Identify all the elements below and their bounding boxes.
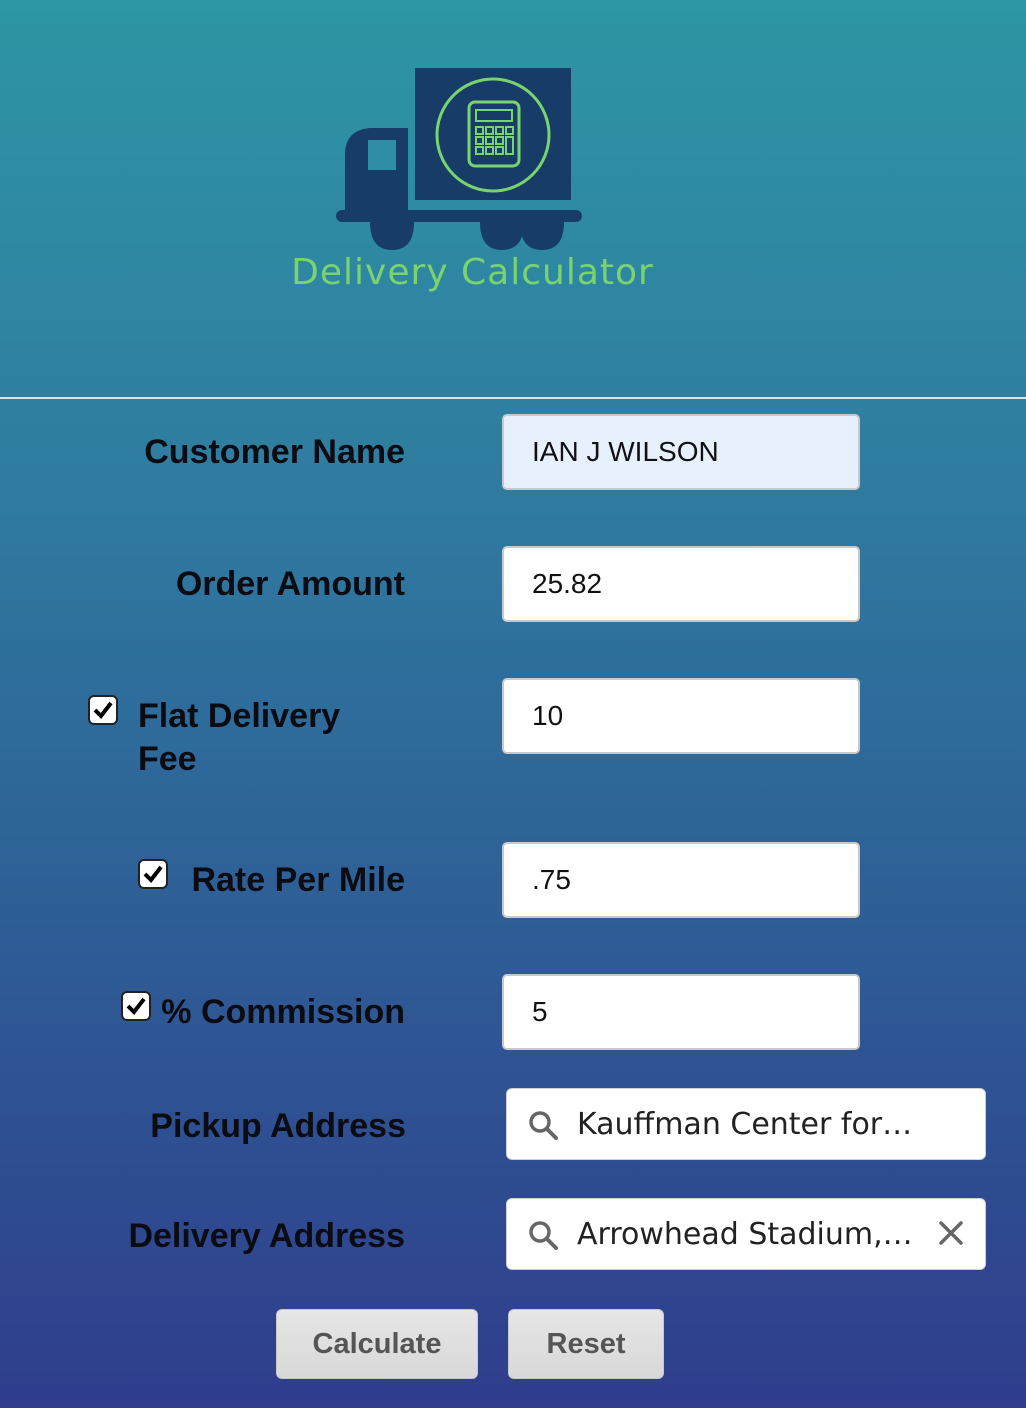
order-amount-input[interactable]: [502, 546, 860, 622]
pickup-address-label: Pickup Address: [150, 1107, 406, 1145]
pickup-address-search[interactable]: Kauffman Center for th…: [506, 1088, 986, 1160]
customer-name-input[interactable]: [502, 414, 860, 490]
flat-fee-label: Flat Delivery Fee: [138, 697, 340, 779]
checkmark-icon: [126, 997, 146, 1016]
commission-checkbox[interactable]: [121, 991, 151, 1021]
rate-per-mile-checkbox[interactable]: [138, 859, 168, 889]
delivery-address-value[interactable]: Arrowhead Stadium, 1 …: [577, 1217, 917, 1252]
flat-fee-input[interactable]: [502, 678, 860, 754]
close-icon[interactable]: [935, 1217, 967, 1249]
flat-fee-label-line1: Flat Delivery: [138, 697, 341, 735]
rate-per-mile-label: Rate Per Mile: [191, 861, 405, 899]
pickup-address-value[interactable]: Kauffman Center for th…: [577, 1107, 917, 1142]
checkmark-icon: [143, 865, 163, 884]
customer-name-label: Customer Name: [144, 433, 405, 471]
header-divider: [0, 397, 1026, 399]
delivery-address-search[interactable]: Arrowhead Stadium, 1 …: [506, 1198, 986, 1270]
logo-title: Delivery Calculator: [291, 252, 654, 293]
search-icon: [529, 1111, 558, 1140]
flat-fee-label-line2: Fee: [138, 740, 197, 778]
order-amount-label: Order Amount: [175, 565, 405, 603]
calculate-button[interactable]: Calculate: [276, 1309, 478, 1379]
delivery-address-label: Delivery Address: [128, 1217, 405, 1255]
commission-label: % Commission: [161, 993, 405, 1031]
app-logo: Delivery Calculator: [280, 60, 680, 310]
reset-button[interactable]: Reset: [508, 1309, 664, 1379]
flat-fee-checkbox[interactable]: [88, 695, 118, 725]
commission-input[interactable]: [502, 974, 860, 1050]
search-icon: [529, 1221, 558, 1250]
truck-calculator-icon: [336, 68, 582, 250]
rate-per-mile-input[interactable]: [502, 842, 860, 918]
checkmark-icon: [93, 701, 113, 720]
